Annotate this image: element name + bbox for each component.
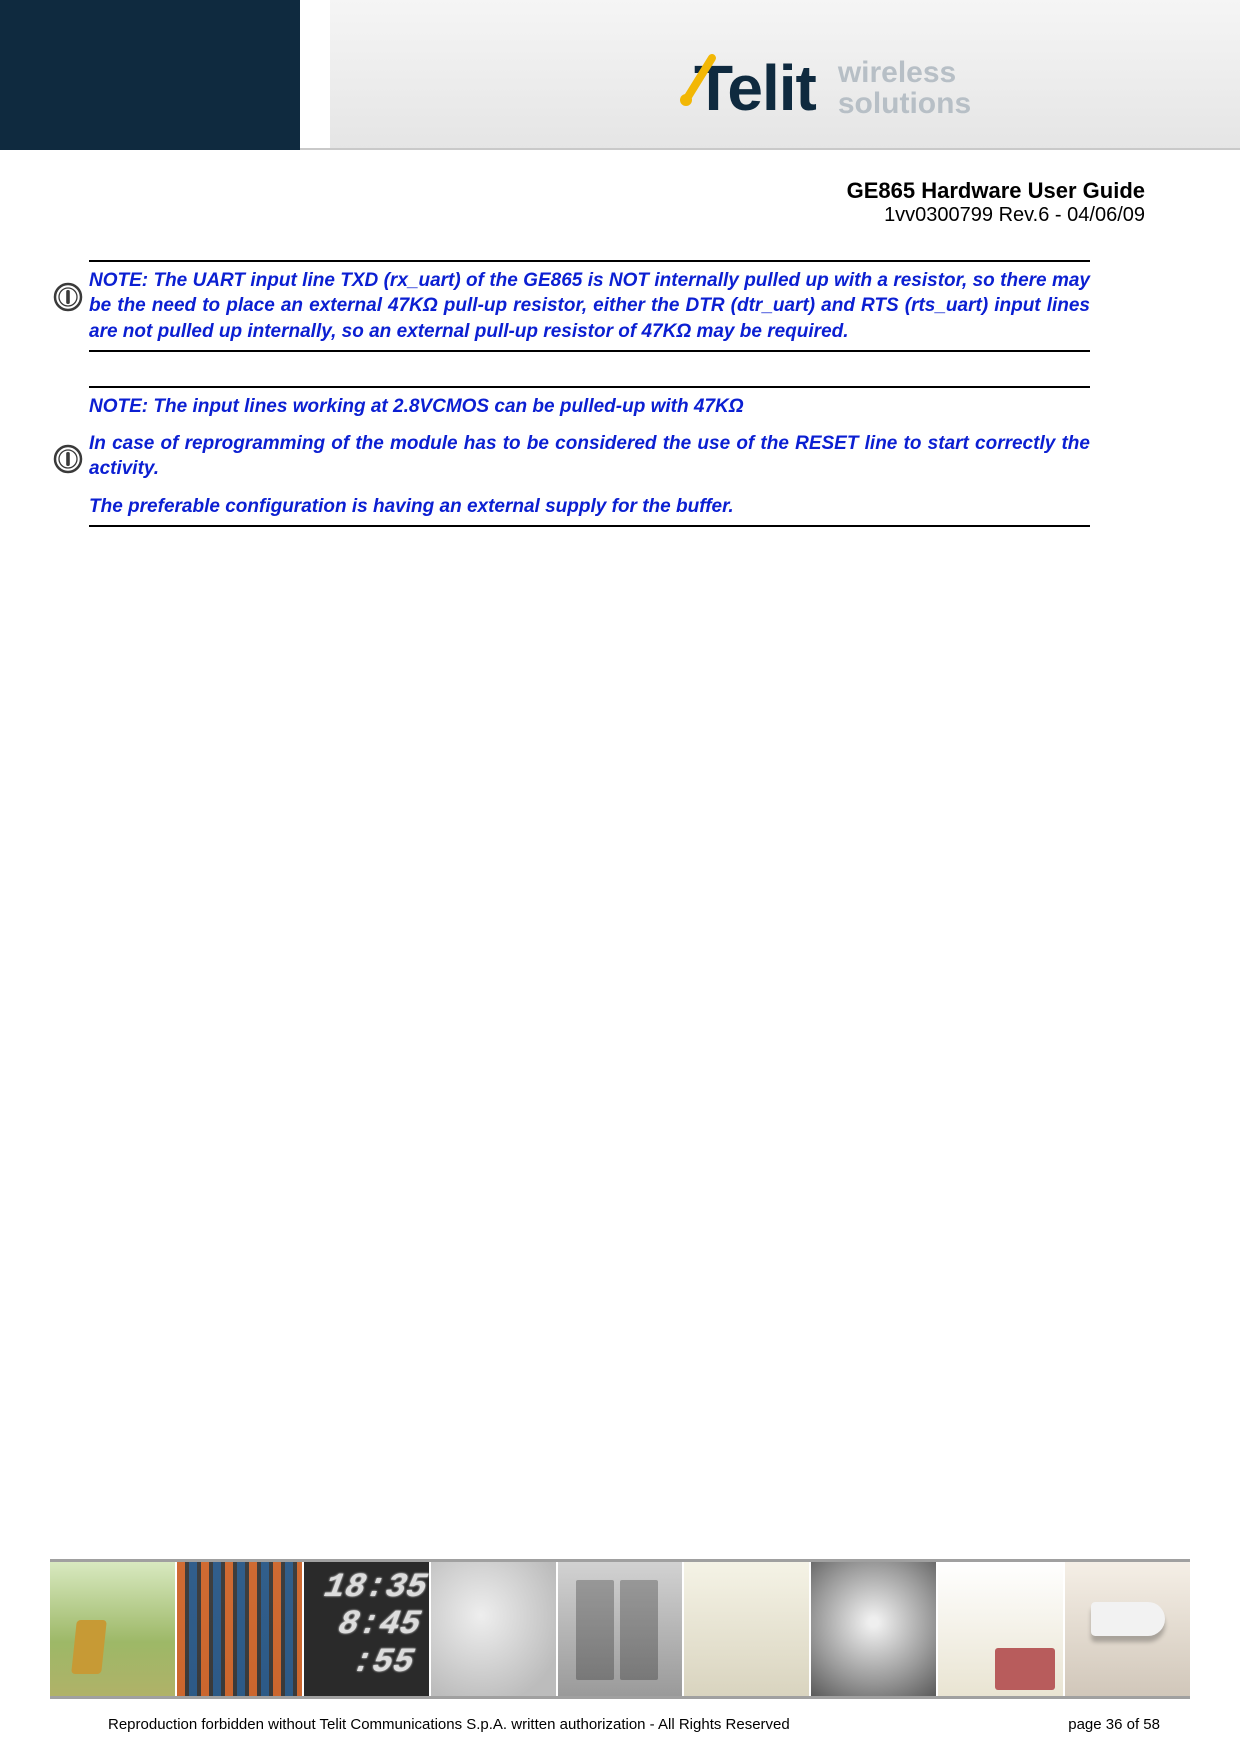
note-paragraph: NOTE: The UART input line TXD (rx_uart) … (89, 268, 1090, 344)
header-accent-block (0, 0, 300, 150)
lcd-line: :55 (349, 1644, 417, 1682)
info-icon (53, 444, 86, 474)
header-underline (300, 148, 1240, 150)
page: Telit wireless solutions GE865 Hardware … (0, 0, 1240, 1755)
note-paragraph: In case of reprogramming of the module h… (89, 431, 1090, 482)
note-text-2: NOTE: The input lines working at 2.8VCMO… (89, 386, 1090, 527)
footer-thumb-4 (431, 1562, 558, 1696)
document-meta: GE865 Hardware User Guide 1vv0300799 Rev… (847, 178, 1145, 227)
lcd-line: 8:45 (335, 1606, 423, 1644)
note-text-1: NOTE: The UART input line TXD (rx_uart) … (89, 260, 1090, 352)
document-title: GE865 Hardware User Guide (847, 178, 1145, 204)
info-icon (53, 282, 86, 312)
note-paragraph: The preferable configuration is having a… (89, 494, 1090, 519)
footer-image-strip: 18:35 8:45 :55 (50, 1559, 1190, 1699)
note-block-1: NOTE: The UART input line TXD (rx_uart) … (53, 260, 1090, 352)
footer-thumb-6 (684, 1562, 811, 1696)
footer-text-row: Reproduction forbidden without Telit Com… (50, 1716, 1190, 1733)
lcd-clock-icon: 18:35 8:45 :55 (308, 1570, 430, 1682)
footer-thumb-5 (558, 1562, 685, 1696)
footer-thumb-7 (811, 1562, 938, 1696)
footer-thumb-3: 18:35 8:45 :55 (304, 1562, 431, 1696)
footer-thumb-9 (1065, 1562, 1190, 1696)
note-paragraph: NOTE: The input lines working at 2.8VCMO… (89, 394, 1090, 419)
content-area: NOTE: The UART input line TXD (rx_uart) … (53, 260, 1090, 561)
header-gap (300, 0, 330, 150)
logo-spark-icon (680, 80, 696, 96)
footer-thumb-8 (938, 1562, 1065, 1696)
document-revision: 1vv0300799 Rev.6 - 04/06/09 (847, 204, 1145, 227)
brand-tagline-line1: wireless (838, 56, 956, 89)
brand-logo: Telit wireless solutions (680, 38, 1210, 138)
brand-tagline-line2: solutions (838, 87, 971, 120)
footer-copyright: Reproduction forbidden without Telit Com… (50, 1716, 790, 1733)
header-banner: Telit wireless solutions (0, 0, 1240, 150)
footer-page-number: page 36 of 58 (1068, 1716, 1190, 1733)
footer-thumb-2 (177, 1562, 304, 1696)
brand-tagline: wireless solutions (838, 57, 971, 120)
lcd-line: 18:35 (321, 1569, 430, 1607)
note-block-2: NOTE: The input lines working at 2.8VCMO… (53, 386, 1090, 527)
footer-thumb-1 (50, 1562, 177, 1696)
